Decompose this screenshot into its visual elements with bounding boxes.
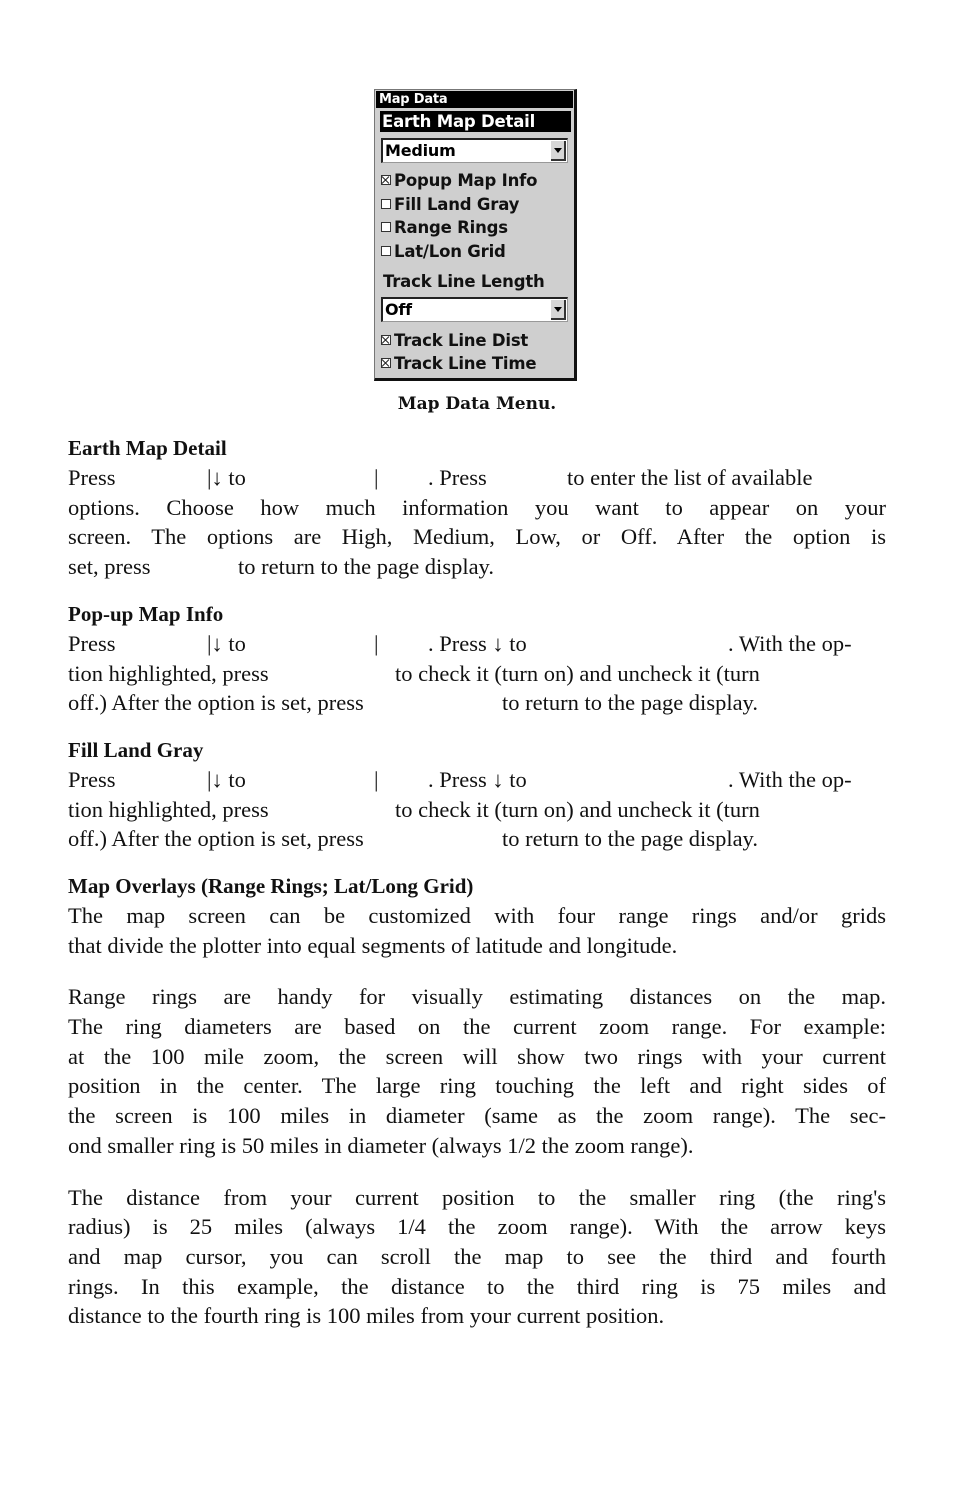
checkbox-unchecked-icon: [381, 199, 391, 209]
text-line: tion highlighted, press to check it (tur…: [68, 795, 886, 825]
text-fragment: to check it (turn on) and uncheck it (tu…: [395, 660, 760, 686]
fill-land-gray-checkbox[interactable]: Fill Land Gray: [381, 194, 519, 216]
text-fragment: |: [374, 465, 379, 490]
earth-map-detail-value: Medium: [385, 141, 456, 160]
section-fill-land-gray: Fill Land Gray Press |↓ to | . Press ↓ t…: [68, 735, 886, 854]
text-fragment: to check it (turn on) and uncheck it (tu…: [395, 796, 760, 822]
text-fragment: to enter the list of available: [567, 465, 813, 490]
text-line: position in the center. The large ring t…: [68, 1073, 886, 1099]
text-line: Press |↓ to | . Press ↓ to . With the op…: [68, 765, 886, 795]
menu-title: Map Data: [376, 91, 573, 108]
checkbox-label: Lat/Lon Grid: [394, 242, 506, 261]
text-fragment: |↓ to: [207, 631, 246, 656]
checkbox-label: Track Line Time: [394, 354, 537, 373]
text-line: options. Choose how much information you…: [68, 494, 886, 520]
text-fragment: . With the op-: [728, 631, 852, 656]
text-line: tion highlighted, press to check it (tur…: [68, 659, 886, 689]
text-line: distance to the fourth ring is 100 miles…: [68, 1303, 665, 1329]
track-line-dist-checkbox[interactable]: Track Line Dist: [381, 330, 528, 352]
text-fragment: Press: [68, 631, 116, 656]
checkbox-checked-icon: [381, 335, 391, 345]
text-line: screen. The options are High, Medium, Lo…: [68, 524, 886, 550]
section-heading: Fill Land Gray: [68, 738, 204, 762]
text-fragment: |: [374, 631, 379, 656]
paragraph-3: The distance from your current position …: [68, 1183, 886, 1331]
text-line: off.) After the option is set, press to …: [68, 688, 886, 718]
text-fragment: |: [374, 767, 379, 792]
text-fragment: to return to the page display.: [502, 826, 758, 852]
section-heading: Map Overlays (Range Rings; Lat/Long Grid…: [68, 874, 474, 898]
text-fragment: . Press: [428, 465, 487, 490]
section-heading: Earth Map Detail: [68, 436, 227, 460]
text-fragment: set, press: [68, 554, 151, 580]
text-line: at the 100 mile zoom, the screen will sh…: [68, 1043, 886, 1069]
text-line: off.) After the option is set, press to …: [68, 824, 886, 854]
checkbox-checked-icon: [381, 175, 391, 185]
lat-lon-grid-checkbox[interactable]: Lat/Lon Grid: [381, 241, 506, 263]
text-fragment: . With the op-: [728, 767, 852, 792]
text-fragment: . Press ↓ to: [428, 767, 527, 792]
checkbox-label: Track Line Dist: [394, 331, 529, 350]
paragraph-1: The map screen can be customized with fo…: [68, 901, 886, 960]
track-line-length-label: Track Line Length: [383, 272, 545, 291]
text-fragment: to return to the page display.: [502, 690, 758, 716]
popup-map-info-checkbox[interactable]: Popup Map Info: [381, 170, 537, 192]
text-line: and map cursor, you can scroll the map t…: [68, 1243, 886, 1269]
text-line: the screen is 100 miles in diameter (sam…: [68, 1103, 886, 1129]
menu-item-earth-map-detail[interactable]: Earth Map Detail: [380, 111, 571, 132]
checkbox-label: Range Rings: [394, 218, 508, 237]
text-fragment: . Press ↓ to: [428, 631, 527, 656]
map-data-menu: Map Data Earth Map Detail Medium Popup M…: [374, 89, 577, 381]
text-fragment: to return to the page display.: [238, 554, 494, 580]
text-line: radius) is 25 miles (always 1/4 the zoom…: [68, 1214, 886, 1240]
text-fragment: off.) After the option is set, press: [68, 690, 364, 716]
text-fragment: tion highlighted, press: [68, 660, 269, 686]
text-line: The map screen can be customized with fo…: [68, 903, 886, 928]
checkbox-unchecked-icon: [381, 222, 391, 232]
text-line: that divide the plotter into equal segme…: [68, 932, 678, 958]
text-line: rings. In this example, the distance to …: [68, 1273, 886, 1299]
text-fragment: tion highlighted, press: [68, 796, 269, 822]
text-line: Range rings are handy for visually estim…: [68, 984, 886, 1010]
section-heading: Pop-up Map Info: [68, 602, 224, 626]
text-fragment: off.) After the option is set, press: [68, 826, 364, 852]
section-body: Press |↓ to | . Press ↓ to . With the op…: [68, 765, 886, 854]
track-line-length-value: Off: [385, 300, 412, 319]
text-line: ond smaller ring is 50 miles in diameter…: [68, 1132, 694, 1158]
text-fragment: Press: [68, 767, 116, 792]
paragraph-2: Range rings are handy for visually estim…: [68, 982, 886, 1160]
range-rings-checkbox[interactable]: Range Rings: [381, 217, 508, 239]
text-line: set, press to return to the page display…: [68, 552, 886, 582]
section-earth-map-detail: Earth Map Detail Press |↓ to | . Press t…: [68, 433, 886, 582]
chevron-down-icon[interactable]: [551, 300, 566, 320]
track-line-time-checkbox[interactable]: Track Line Time: [381, 353, 537, 375]
text-fragment: Press: [68, 465, 116, 490]
section-body: Press |↓ to | . Press ↓ to . With the op…: [68, 629, 886, 718]
checkbox-unchecked-icon: [381, 246, 391, 256]
checkbox-checked-icon: [381, 358, 391, 368]
text-line: Press |↓ to | . Press ↓ to . With the op…: [68, 629, 886, 659]
earth-map-detail-dropdown[interactable]: Medium: [381, 138, 568, 163]
checkbox-label: Fill Land Gray: [394, 195, 520, 214]
text-fragment: |↓ to: [207, 767, 246, 792]
chevron-down-icon[interactable]: [551, 141, 566, 161]
text-line: The ring diameters are based on the curr…: [68, 1014, 886, 1040]
track-line-length-dropdown[interactable]: Off: [381, 297, 568, 322]
checkbox-label: Popup Map Info: [394, 171, 538, 190]
section-map-overlays: Map Overlays (Range Rings; Lat/Long Grid…: [68, 871, 886, 1331]
text-fragment: |↓ to: [207, 465, 246, 490]
figure-caption: Map Data Menu.: [397, 394, 557, 414]
section-body: Press |↓ to | . Press to enter the list …: [68, 463, 886, 582]
text-line: The distance from your current position …: [68, 1184, 886, 1210]
text-line: Press |↓ to | . Press to enter the list …: [68, 463, 886, 493]
section-popup-map-info: Pop-up Map Info Press |↓ to | . Press ↓ …: [68, 599, 886, 718]
